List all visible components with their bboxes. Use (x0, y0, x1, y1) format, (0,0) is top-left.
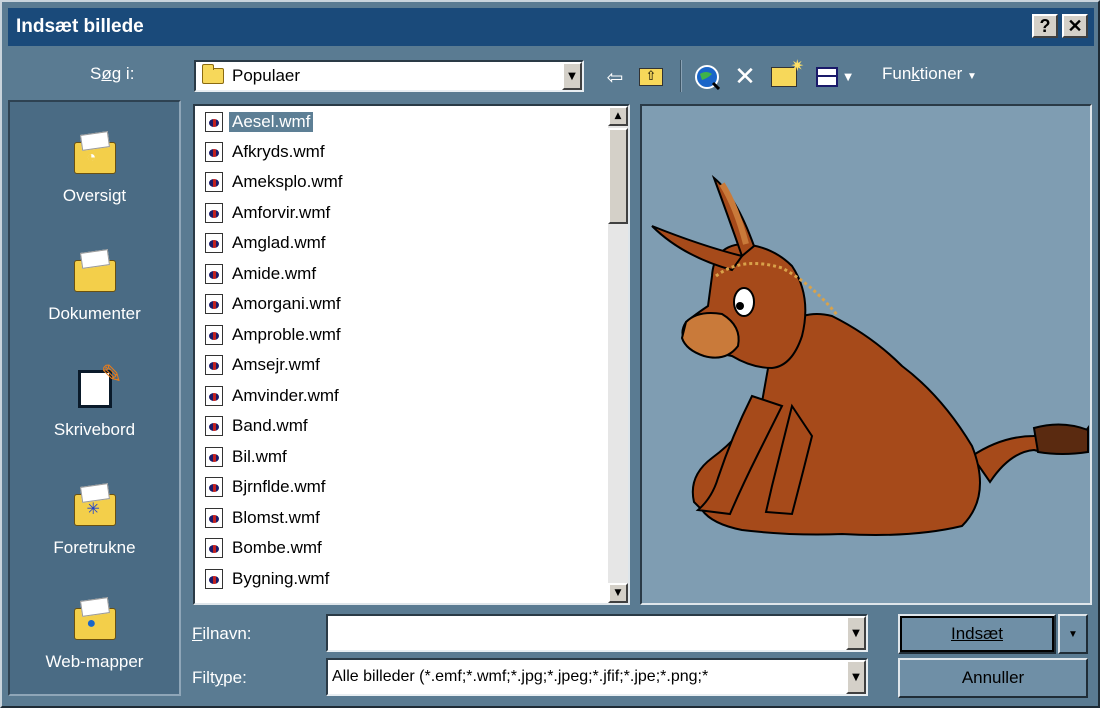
places-bar: ◔ Oversigt Dokumenter Skrivebord ✳ Foret… (8, 100, 181, 696)
up-folder-icon[interactable]: ⇧ (634, 62, 668, 92)
list-item[interactable]: Amsejr.wmf (205, 351, 323, 379)
file-list[interactable]: Aesel.wmf Afkryds.wmf Ameksplo.wmf Amfor… (193, 104, 630, 605)
place-label: Foretrukne (53, 538, 136, 557)
history-folder-icon: ◔ (72, 132, 118, 178)
place-label: Skrivebord (53, 420, 136, 439)
list-item[interactable]: Bombe.wmf (205, 534, 325, 562)
look-in-label: Søg i: (90, 64, 135, 83)
wmf-file-icon (205, 355, 223, 375)
wmf-file-icon (205, 538, 223, 558)
list-item[interactable]: Amproble.wmf (205, 321, 344, 349)
file-list-scrollbar[interactable]: ▲ ▼ (608, 106, 628, 603)
wmf-file-icon (205, 416, 223, 436)
wmf-file-icon (205, 325, 223, 345)
list-item[interactable]: Afkryds.wmf (205, 138, 328, 166)
place-web-folders[interactable]: ● Web-mapper (10, 598, 179, 708)
list-item[interactable]: Amglad.wmf (205, 229, 329, 257)
place-favorites[interactable]: ✳ Foretrukne (10, 484, 179, 594)
insert-picture-dialog: Indsæt billede ? ✕ Søg i: Populaer ▼ ⇦ ⇧… (0, 0, 1100, 708)
list-item[interactable]: Amide.wmf (205, 260, 319, 288)
filetype-value: Alle billeder (*.emf;*.wmf;*.jpg;*.jpeg;… (332, 668, 709, 685)
dialog-title: Indsæt billede (16, 16, 144, 37)
documents-folder-icon (72, 250, 118, 296)
chevron-down-icon[interactable]: ▼ (846, 616, 866, 650)
list-item[interactable]: Amvinder.wmf (205, 382, 342, 410)
toolbar-separator (680, 60, 682, 92)
filename-label: Filnavn: (192, 624, 252, 643)
title-bar[interactable]: Indsæt billede ? ✕ (8, 8, 1094, 46)
wmf-file-icon (205, 508, 223, 528)
list-item[interactable]: Aesel.wmf (205, 108, 315, 136)
list-item[interactable]: Amforvir.wmf (205, 199, 333, 227)
close-button[interactable]: ✕ (1062, 14, 1088, 38)
wmf-file-icon (205, 447, 223, 467)
list-item[interactable]: Amorgani.wmf (205, 290, 344, 318)
look-in-dropdown[interactable]: Populaer ▼ (194, 60, 584, 92)
donkey-illustration (651, 174, 1089, 536)
back-arrow-icon[interactable]: ⇦ (600, 62, 630, 92)
new-folder-icon[interactable]: ✷ (766, 56, 804, 92)
chevron-down-icon: ▼ (967, 71, 977, 82)
scrollbar-thumb[interactable] (608, 128, 628, 224)
filename-input[interactable]: ▼ (326, 614, 868, 652)
wmf-file-icon (205, 172, 223, 192)
wmf-file-icon (205, 112, 223, 132)
help-button[interactable]: ? (1032, 14, 1058, 38)
functions-menu[interactable]: Funktioner ▼ (882, 64, 977, 84)
favorites-folder-icon: ✳ (72, 484, 118, 530)
place-label: Oversigt (62, 186, 127, 205)
place-label: Web-mapper (45, 652, 144, 671)
list-item[interactable]: Bil.wmf (205, 443, 290, 471)
wmf-file-icon (205, 569, 223, 589)
wmf-file-icon (205, 477, 223, 497)
list-item[interactable]: Ameksplo.wmf (205, 168, 346, 196)
search-web-icon[interactable] (690, 62, 724, 92)
place-documents[interactable]: Dokumenter (10, 250, 179, 360)
folder-icon (202, 64, 224, 84)
views-icon[interactable]: ▼ (816, 62, 852, 92)
place-history[interactable]: ◔ Oversigt (10, 132, 179, 242)
cancel-button[interactable]: Annuller (898, 658, 1088, 698)
wmf-file-icon (205, 233, 223, 253)
preview-pane (640, 104, 1092, 605)
chevron-down-icon[interactable]: ▼ (562, 62, 582, 90)
chevron-down-icon: ▼ (1068, 628, 1078, 640)
scroll-up-icon[interactable]: ▲ (608, 106, 628, 126)
wmf-file-icon (205, 264, 223, 284)
insert-button[interactable]: Indsæt (898, 614, 1056, 654)
list-item[interactable]: Band.wmf (205, 412, 311, 440)
delete-icon[interactable]: ✕ (730, 62, 760, 92)
insert-options-dropdown[interactable]: ▼ (1058, 614, 1088, 654)
wmf-file-icon (205, 142, 223, 162)
filetype-dropdown[interactable]: Alle billeder (*.emf;*.wmf;*.jpg;*.jpeg;… (326, 658, 868, 696)
scroll-down-icon[interactable]: ▼ (608, 583, 628, 603)
wmf-file-icon (205, 386, 223, 406)
wmf-file-icon (205, 294, 223, 314)
list-item[interactable]: Bjrnflde.wmf (205, 473, 329, 501)
wmf-file-icon (205, 203, 223, 223)
place-desktop[interactable]: Skrivebord (10, 359, 179, 476)
filetype-label: Filtype: (192, 668, 247, 687)
look-in-value: Populaer (232, 66, 301, 85)
list-item[interactable]: Blomst.wmf (205, 504, 323, 532)
chevron-down-icon[interactable]: ▼ (846, 660, 866, 694)
desktop-icon (72, 359, 123, 412)
place-label: Dokumenter (48, 304, 141, 323)
list-item[interactable]: Bygning.wmf (205, 565, 332, 593)
web-folders-icon: ● (72, 598, 118, 644)
